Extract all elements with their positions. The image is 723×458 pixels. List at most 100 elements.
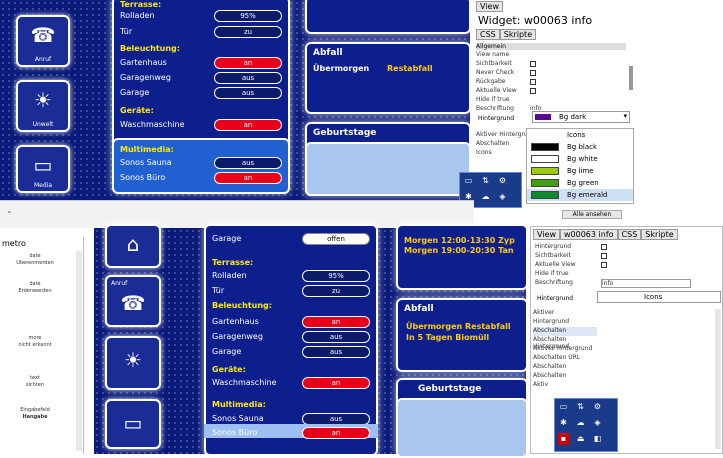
gartenhaus-toggle[interactable]: an	[214, 57, 282, 69]
rolladen-value[interactable]: 95%	[214, 10, 282, 22]
garage-toggle[interactable]: aus	[214, 87, 282, 99]
checkbox[interactable]	[530, 61, 536, 67]
checkbox[interactable]	[601, 253, 607, 259]
hintergrund-label: Hintergrund	[478, 115, 515, 122]
option[interactable]: Abschalten	[533, 363, 597, 372]
tile-media[interactable]: ▭	[105, 399, 161, 449]
skripte-tab[interactable]: Skripte	[641, 229, 678, 240]
option[interactable]: Abschalten URL	[533, 354, 597, 363]
widget-item[interactable]: nicht erkannt	[0, 342, 70, 348]
section-terrasse: Terrasse:	[212, 258, 254, 267]
section-multimedia: Multimedia:	[120, 145, 174, 154]
garage-tor-status[interactable]: offen	[302, 233, 370, 245]
option[interactable]: Hintergrund	[533, 318, 597, 327]
tile-umwelt[interactable]: ☀ Unwelt	[16, 80, 70, 132]
tray-icon-network[interactable]: ⇅	[574, 401, 587, 413]
editor-scrollbar[interactable]	[715, 309, 721, 449]
tile-anruf[interactable]: Anruf ☎	[105, 275, 161, 327]
hintergrund-select[interactable]: Bg dark ▾	[532, 111, 630, 123]
garagenweg-toggle[interactable]: aus	[302, 331, 370, 343]
alle-ansehen-button[interactable]: Alle ansehen	[562, 210, 622, 219]
garagenweg-toggle[interactable]: aus	[214, 72, 282, 84]
dropdown-option[interactable]: Bg black	[527, 141, 633, 153]
widget-item[interactable]: sichten	[0, 382, 70, 388]
bottom-abfall-panel: Abfall Übermorgen Restabfall In 5 Tagen …	[396, 298, 528, 372]
widget-tab[interactable]: w00063 info	[559, 229, 618, 240]
widget-item[interactable]: more	[0, 335, 70, 341]
tile-media[interactable]: ▭ Media	[16, 145, 70, 193]
tuer-value[interactable]: zu	[302, 285, 370, 297]
dropdown-option[interactable]: Bg lime	[527, 165, 633, 177]
checkbox[interactable]	[601, 244, 607, 250]
checkbox[interactable]	[601, 262, 607, 268]
hintergrund-select[interactable]: Icons	[597, 291, 721, 303]
tile-anruf[interactable]: ☎ Anruf	[16, 15, 70, 67]
widget-item[interactable]: Uberenmerden	[0, 260, 70, 266]
gartenhaus-toggle[interactable]: an	[302, 316, 370, 328]
dropdown-option[interactable]: Icons	[527, 129, 633, 141]
css-tab[interactable]: CSS	[617, 229, 642, 240]
tuer-value[interactable]: zu	[214, 26, 282, 38]
garage-toggle[interactable]: aus	[302, 346, 370, 358]
tray-icon-shield[interactable]: ◈	[591, 417, 604, 429]
sidebar-scrollbar[interactable]	[76, 251, 82, 451]
abfall-when: Übermorgen	[313, 64, 370, 73]
option[interactable]: Abschalten Hintergrund	[533, 336, 597, 350]
css-tab[interactable]: CSS	[476, 29, 500, 40]
hintergrund-dropdown: Icons Bg black Bg white Bg lime Bg green…	[526, 128, 634, 204]
tray-icon-cloud[interactable]: ☁	[574, 417, 587, 429]
field-row: Hide if true	[535, 270, 569, 277]
widget-item[interactable]: Hangabe	[0, 414, 70, 420]
waschmaschine-toggle[interactable]: an	[302, 377, 370, 389]
dropdown-option[interactable]: Bg green	[527, 177, 633, 189]
widget-item[interactable]: date	[0, 281, 70, 287]
checkbox[interactable]	[530, 70, 536, 76]
view-tab[interactable]: View	[476, 1, 503, 12]
option[interactable]: Aktiver	[533, 309, 597, 318]
chevron-up-icon[interactable]: ⌃	[6, 210, 13, 219]
tile-label: Anruf	[111, 280, 128, 287]
option[interactable]: Abschalten	[533, 327, 597, 336]
tray-icon-usb[interactable]: ⏏	[574, 433, 587, 445]
view-tab[interactable]: View	[533, 229, 560, 240]
tray-icon-monitor[interactable]: ▭	[557, 401, 570, 413]
abfall-title: Abfall	[313, 48, 343, 58]
tray-icon-shield[interactable]: ◈	[496, 191, 509, 203]
rolladen-value[interactable]: 95%	[302, 270, 370, 282]
skripte-tab[interactable]: Skripte	[499, 29, 537, 40]
scrollbar[interactable]	[629, 66, 633, 90]
sauna-toggle[interactable]: aus	[214, 157, 282, 169]
beschriftung-value[interactable]: info	[601, 279, 691, 288]
tray-icon-tool[interactable]: ⚙	[591, 401, 604, 413]
abfall-type: Restabfall	[387, 64, 433, 73]
widget-item[interactable]: Erdenwerden	[0, 288, 70, 294]
dropdown-option[interactable]: Bg emerald	[527, 189, 633, 201]
termin-line: Morgen 19:00-20:30 Tan	[404, 246, 514, 255]
tray-icon-cloud[interactable]: ☁	[479, 191, 492, 203]
checkbox[interactable]	[530, 79, 536, 85]
checkbox[interactable]	[530, 88, 536, 94]
tray-icon-tool[interactable]: ⚙	[496, 175, 509, 187]
tray-icon-network[interactable]: ⇅	[479, 175, 492, 187]
widget-item[interactable]: text	[0, 375, 70, 381]
option[interactable]: Aktiver Hintergrund	[533, 345, 597, 354]
tray-icon-red[interactable]: ▪	[557, 433, 570, 445]
buero-toggle[interactable]: an	[214, 172, 282, 184]
tile-house[interactable]: ⌂	[105, 224, 161, 268]
row-label: Garage	[120, 88, 150, 97]
widget-item[interactable]: Eingabefeld	[0, 407, 70, 413]
waschmaschine-toggle[interactable]: an	[214, 119, 282, 131]
buero-toggle[interactable]: an	[302, 427, 370, 439]
tile-umwelt[interactable]: ☀	[105, 336, 161, 390]
tile-label: Unwelt	[32, 121, 54, 128]
widget-item[interactable]: date	[0, 253, 70, 259]
tray-icon-monitor[interactable]: ▭	[462, 175, 475, 187]
tray-icon-bluetooth[interactable]: ✱	[557, 417, 570, 429]
field-list: View name Sichtbarkeit Never Check Rückg…	[476, 51, 636, 114]
option[interactable]: Aktiv	[533, 381, 597, 390]
dropdown-option[interactable]: Bg white	[527, 153, 633, 165]
geburtstage-body	[396, 398, 528, 458]
row-label: Garagenweg	[212, 332, 263, 341]
tray-icon-app[interactable]: ◧	[591, 433, 604, 445]
option[interactable]: Abschalten	[533, 372, 597, 381]
